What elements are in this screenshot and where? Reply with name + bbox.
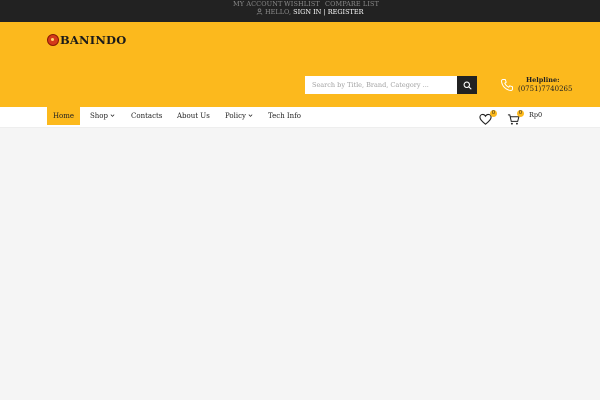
nav-label: Shop [90, 112, 108, 120]
cart-total: Rp0 [529, 111, 543, 119]
top-bar: MY ACCOUNT WISHLIST COMPARE LIST HELLO, … [0, 0, 600, 22]
main-content [0, 129, 600, 400]
chevron-down-icon [248, 114, 253, 117]
wishlist-button[interactable]: 0 [479, 110, 497, 125]
my-account-link[interactable]: MY ACCOUNT [233, 0, 282, 8]
sign-in-link[interactable]: SIGN IN [293, 8, 321, 16]
greeting-text: HELLO, [265, 8, 292, 16]
cart-button[interactable]: 0 Rp0 [507, 110, 547, 125]
site-header: BANINDO Helpline: (0751)7740265 [0, 22, 600, 107]
wishlist-link[interactable]: WISHLIST [284, 0, 320, 8]
register-link[interactable]: REGISTER [328, 8, 364, 16]
search-input[interactable] [305, 76, 457, 94]
nav-label: Tech Info [268, 112, 302, 120]
nav-item-tech-info[interactable]: Tech Info [268, 107, 301, 128]
search-icon [463, 81, 472, 90]
phone-icon [500, 79, 513, 92]
nav-item-home[interactable]: Home [47, 107, 80, 125]
helpline: Helpline: (0751)7740265 [500, 75, 580, 95]
nav-item-policy[interactable]: Policy [225, 107, 253, 128]
cart-count-badge: 0 [517, 110, 524, 117]
logo-text: BANINDO [60, 33, 127, 47]
nav-label: Contacts [131, 112, 163, 120]
compare-list-link[interactable]: COMPARE LIST [325, 0, 379, 8]
helpline-label: Helpline: [526, 76, 560, 84]
nav-item-contacts[interactable]: Contacts [131, 107, 162, 128]
user-greeting: HELLO, SIGN IN | REGISTER [256, 8, 364, 16]
logo-emblem-icon [47, 34, 59, 46]
wishlist-count-badge: 0 [490, 110, 497, 117]
nav-label: Home [52, 112, 75, 120]
user-icon [256, 8, 263, 15]
helpline-number[interactable]: (0751)7740265 [518, 85, 572, 94]
site-logo[interactable]: BANINDO [47, 33, 126, 47]
nav-item-about-us[interactable]: About Us [177, 107, 210, 128]
top-links: MY ACCOUNT WISHLIST COMPARE LIST [0, 0, 600, 8]
nav-item-shop[interactable]: Shop [90, 107, 115, 128]
search-button[interactable] [457, 76, 477, 94]
nav-label: Policy [225, 112, 246, 120]
nav-label: About Us [177, 112, 210, 120]
chevron-down-icon [110, 114, 115, 117]
search-form [305, 76, 477, 94]
